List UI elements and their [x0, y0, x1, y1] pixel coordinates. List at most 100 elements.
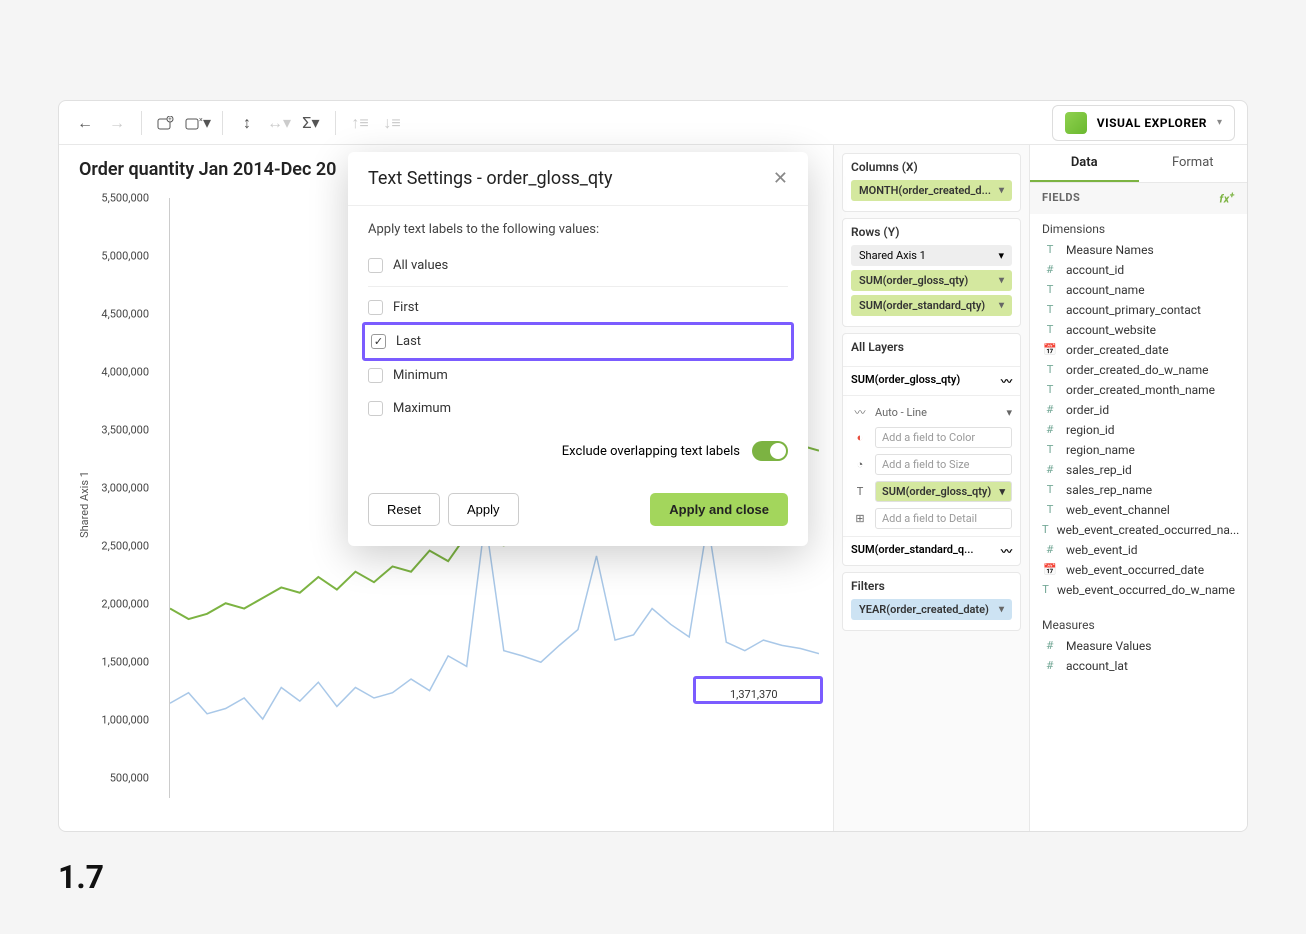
back-button[interactable]: ←	[71, 109, 99, 137]
close-icon[interactable]: ✕	[773, 168, 788, 189]
date-icon: 📅	[1042, 343, 1058, 356]
dimensions-header: Dimensions	[1030, 214, 1247, 240]
rows-header: Rows (Y)	[851, 225, 1012, 239]
y-tick: 1,000,000	[101, 714, 149, 727]
tab-data[interactable]: Data	[1030, 145, 1139, 182]
data-panel: Data Format FIELDS fx+ Dimensions TMeasu…	[1029, 145, 1247, 831]
apply-close-button[interactable]: Apply and close	[650, 493, 788, 526]
field-label: sales_rep_name	[1066, 483, 1152, 497]
y-tick: 2,000,000	[101, 598, 149, 611]
field-label: Measure Names	[1066, 243, 1154, 257]
field-item[interactable]: #account_id	[1030, 260, 1247, 280]
layers-header: All Layers	[843, 334, 1020, 360]
checkbox-last[interactable]: Last	[371, 325, 785, 358]
filter-pill[interactable]: YEAR(order_created_date)▾	[851, 599, 1012, 620]
field-item[interactable]: TMeasure Names	[1030, 240, 1247, 260]
tab-format[interactable]: Format	[1139, 145, 1248, 182]
field-item[interactable]: Tsales_rep_name	[1030, 480, 1247, 500]
field-label: web_event_channel	[1066, 503, 1170, 517]
field-item[interactable]: Taccount_website	[1030, 320, 1247, 340]
field-label: order_id	[1066, 403, 1109, 417]
field-label: account_id	[1066, 263, 1124, 277]
y-tick: 5,500,000	[101, 192, 149, 205]
field-item[interactable]: Taccount_name	[1030, 280, 1247, 300]
toolbar: ← → + ×▾ ↕ ↔▾ Σ▾ ↑≡ ↓≡ VISUAL EXPLORER ▾	[59, 101, 1247, 145]
color-icon: ◐	[851, 429, 869, 447]
field-label: account_name	[1066, 283, 1145, 297]
brand-icon	[1065, 112, 1087, 134]
field-label: region_id	[1066, 423, 1115, 437]
remove-panel-icon[interactable]: ×▾	[184, 109, 212, 137]
field-item[interactable]: #order_id	[1030, 400, 1247, 420]
field-item[interactable]: #Measure Values	[1030, 636, 1247, 656]
chevron-down-icon: ▾	[1217, 117, 1222, 128]
text-icon: T	[1042, 523, 1049, 536]
text-icon: T	[1042, 283, 1058, 296]
field-label: order_created_date	[1066, 343, 1169, 357]
checkbox-minimum[interactable]: Minimum	[368, 359, 788, 392]
field-item[interactable]: 📅 order_created_date	[1030, 340, 1247, 360]
field-item[interactable]: Tweb_event_occurred_do_w_name	[1030, 580, 1247, 600]
add-field-icon[interactable]: fx+	[1219, 191, 1235, 206]
mark-type-selector[interactable]: 〰Auto - Line▾	[851, 400, 1012, 424]
filters-header: Filters	[851, 579, 1012, 593]
forward-button[interactable]: →	[103, 109, 131, 137]
checkbox-maximum[interactable]: Maximum	[368, 392, 788, 425]
field-label: web_event_occurred_date	[1066, 563, 1204, 577]
field-label: account_primary_contact	[1066, 303, 1201, 317]
field-label: account_lat	[1066, 659, 1128, 673]
checkbox-all-values[interactable]: All values	[368, 249, 788, 282]
field-item[interactable]: Torder_created_month_name	[1030, 380, 1247, 400]
field-item[interactable]: Tweb_event_channel	[1030, 500, 1247, 520]
swap-axes-icon[interactable]: ↕	[233, 109, 261, 137]
field-item[interactable]: #web_event_id	[1030, 540, 1247, 560]
field-label: web_event_created_occurred_na...	[1057, 523, 1240, 537]
text-icon: T	[1042, 303, 1058, 316]
add-panel-icon[interactable]: +	[152, 109, 180, 137]
modal-subtitle: Apply text labels to the following value…	[368, 222, 788, 237]
date-icon: 📅	[1042, 563, 1058, 576]
layer-gloss[interactable]: SUM(order_gloss_qty)〰	[843, 366, 1020, 395]
text-icon: T	[1042, 443, 1058, 456]
field-item[interactable]: #account_lat	[1030, 656, 1247, 676]
resize-icon[interactable]: ↔▾	[265, 109, 293, 137]
measures-header: Measures	[1030, 610, 1247, 636]
size-field[interactable]: Add a field to Size	[875, 454, 1012, 475]
field-item[interactable]: Taccount_primary_contact	[1030, 300, 1247, 320]
field-item[interactable]: Tregion_name	[1030, 440, 1247, 460]
field-item[interactable]: 📅 web_event_occurred_date	[1030, 560, 1247, 580]
y-tick: 3,000,000	[101, 482, 149, 495]
field-item[interactable]: #sales_rep_id	[1030, 460, 1247, 480]
y-tick: 1,500,000	[101, 656, 149, 669]
layer-standard[interactable]: SUM(order_standard_q...〰	[843, 536, 1020, 565]
brand-selector[interactable]: VISUAL EXPLORER ▾	[1052, 105, 1235, 141]
checkbox-first[interactable]: First	[368, 291, 788, 324]
rows-pill-gloss[interactable]: SUM(order_gloss_qty)▾	[851, 270, 1012, 291]
modal-title: Text Settings - order_gloss_qty	[368, 168, 613, 189]
fields-header: FIELDS	[1042, 191, 1080, 206]
sort-desc-icon[interactable]: ↓≡	[378, 109, 406, 137]
field-item[interactable]: #region_id	[1030, 420, 1247, 440]
text-field[interactable]: SUM(order_gloss_qty)▾	[875, 481, 1012, 502]
text-icon: T	[851, 483, 869, 501]
text-icon: T	[1042, 383, 1058, 396]
columns-pill[interactable]: MONTH(order_created_d...▾	[851, 180, 1012, 201]
reset-button[interactable]: Reset	[368, 493, 440, 526]
sigma-icon[interactable]: Σ▾	[297, 109, 325, 137]
brand-label: VISUAL EXPLORER	[1097, 116, 1207, 130]
sort-asc-icon[interactable]: ↑≡	[346, 109, 374, 137]
line-icon: 〰	[1001, 373, 1012, 389]
rows-pill-standard[interactable]: SUM(order_standard_qty)▾	[851, 295, 1012, 316]
size-icon: ◔	[851, 456, 869, 474]
y-tick: 4,500,000	[101, 308, 149, 321]
color-field[interactable]: Add a field to Color	[875, 427, 1012, 448]
field-item[interactable]: Tweb_event_created_occurred_na...	[1030, 520, 1247, 540]
detail-field[interactable]: Add a field to Detail	[875, 508, 1012, 529]
field-label: Measure Values	[1066, 639, 1151, 653]
apply-button[interactable]: Apply	[448, 493, 519, 526]
shared-axis-label[interactable]: Shared Axis 1▾	[851, 245, 1012, 266]
exclude-overlap-toggle[interactable]	[752, 441, 788, 461]
text-icon: T	[1042, 363, 1058, 376]
field-label: web_event_occurred_do_w_name	[1057, 583, 1235, 597]
field-item[interactable]: Torder_created_do_w_name	[1030, 360, 1247, 380]
